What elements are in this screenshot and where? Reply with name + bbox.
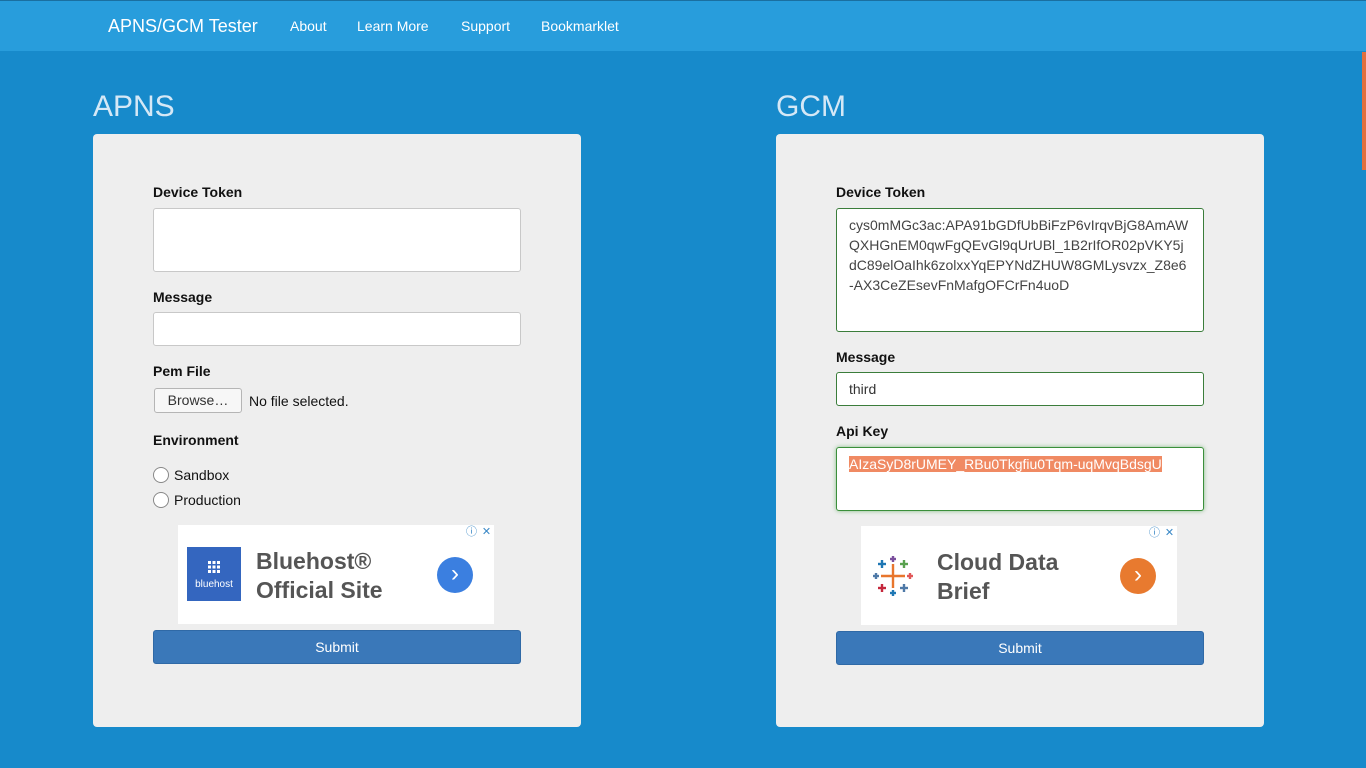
info-icon[interactable]: ⓘ [1147,526,1162,541]
gcm-ad[interactable]: ⓘ ✕ Cloud Data Brief › [861,526,1177,625]
ad-title: Cloud Data Brief [937,549,1059,604]
info-icon[interactable]: ⓘ [464,525,479,540]
apns-device-token-label: Device Token [153,184,243,200]
nav-link-learn-more[interactable]: Learn More [357,18,429,34]
bluehost-logo: bluehost [187,547,241,601]
chevron-right-icon[interactable]: › [1120,558,1156,594]
grid-icon: bluehost [195,561,233,590]
radio-sandbox-label: Sandbox [174,467,230,483]
apns-submit-button[interactable]: Submit [153,630,521,664]
scrollbar-thumb[interactable] [1362,52,1366,170]
apns-environment-label: Environment [153,432,239,448]
bluehost-logo-text: bluehost [195,579,233,590]
brand-link[interactable]: APNS/GCM Tester [108,16,258,37]
browse-button[interactable]: Browse… [154,388,242,413]
apns-ad[interactable]: ⓘ ✕ bluehost Bluehost® Official Site › [178,525,494,624]
gcm-panel: Device Token cys0mMGc3ac:APA91bGDfUbBiFz… [776,134,1264,727]
apns-device-token-input[interactable] [153,208,521,272]
radio-sandbox-row[interactable]: Sandbox [153,467,229,484]
gcm-device-token-value: cys0mMGc3ac:APA91bGDfUbBiFzP6vIrqvBjG8Am… [849,217,1189,293]
radio-production-label: Production [174,492,241,508]
nav-link-bookmarklet[interactable]: Bookmarklet [541,18,619,34]
close-icon[interactable]: ✕ [1162,526,1177,541]
api-key-selected-text: AIzaSyD8rUMEY_RBu0Tkgfiu0Tqm-uqMvqBdsgU [849,456,1162,472]
gcm-submit-button[interactable]: Submit [836,631,1204,665]
chevron-right-icon[interactable]: › [437,557,473,593]
apns-title: APNS [93,90,175,123]
ad-controls: ⓘ ✕ [1147,526,1177,541]
apns-pem-file-label: Pem File [153,363,211,379]
ad-controls: ⓘ ✕ [464,525,494,540]
gcm-message-input[interactable]: third [836,372,1204,406]
close-icon[interactable]: ✕ [479,525,494,540]
ad-title: Bluehost® Official Site [256,548,383,603]
tableau-logo-icon [873,556,913,596]
gcm-title: GCM [776,90,846,123]
gcm-device-token-label: Device Token [836,184,926,200]
radio-production[interactable] [153,492,169,509]
radio-production-row[interactable]: Production [153,492,241,509]
navbar: APNS/GCM Tester About Learn More Support… [0,0,1366,51]
gcm-device-token-input[interactable]: cys0mMGc3ac:APA91bGDfUbBiFzP6vIrqvBjG8Am… [836,208,1204,332]
apns-message-label: Message [153,289,213,305]
apns-message-input[interactable] [153,312,521,346]
gcm-api-key-label: Api Key [836,423,889,439]
nav-link-about[interactable]: About [290,18,327,34]
gcm-api-key-input[interactable]: AIzaSyD8rUMEY_RBu0Tkgfiu0Tqm-uqMvqBdsgU [836,447,1204,511]
file-status: No file selected. [249,393,349,409]
nav-link-support[interactable]: Support [461,18,510,34]
gcm-message-label: Message [836,349,896,365]
apns-panel: Device Token Message Pem File Browse… No… [93,134,581,727]
radio-sandbox[interactable] [153,467,169,484]
